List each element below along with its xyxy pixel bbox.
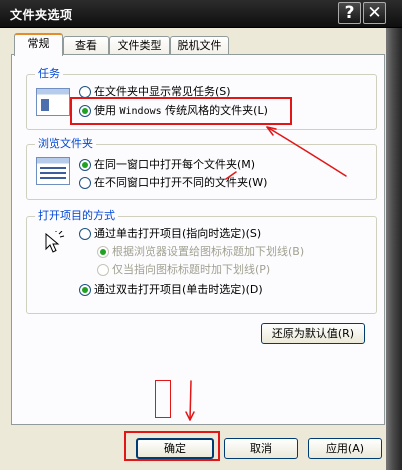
- radio-button[interactable]: [79, 228, 91, 240]
- folder-window-icon: [36, 157, 70, 185]
- radio-label: 在同一窗口中打开每个文件夹(M): [94, 158, 256, 171]
- close-icon: ✕: [367, 3, 382, 23]
- radio-button[interactable]: [79, 159, 91, 171]
- pointer-click-icon: [45, 231, 65, 253]
- browse-folders-group: 浏览文件夹 在同一窗口中打开每个文件夹(M) 在不同窗口中打开不同的文件夹(W): [26, 137, 377, 200]
- tab-label: 常规: [27, 37, 50, 50]
- tab-offline-files[interactable]: 脱机文件: [170, 36, 229, 55]
- folder-tasks-icon: [36, 88, 70, 116]
- cancel-button[interactable]: 取消: [224, 438, 298, 459]
- radio-same-window[interactable]: 在同一窗口中打开每个文件夹(M): [79, 158, 255, 172]
- background-strip: [386, 28, 402, 470]
- radio-double-click[interactable]: 通过双击打开项目(单击时选定)(D): [79, 283, 263, 297]
- click-items-group: 打开项目的方式 通过单击打开项目(指向时选定)(S) 根据浏览器设置给图标标题加…: [26, 209, 377, 314]
- tab-label: 脱机文件: [177, 39, 222, 52]
- radio-button[interactable]: [79, 105, 91, 117]
- tasks-group: 任务 在文件夹中显示常见任务(S) 使用 Windows 传统风格的文件夹(L): [26, 67, 377, 130]
- tab-file-types[interactable]: 文件类型: [109, 36, 170, 55]
- radio-label: 在文件夹中显示常见任务(S): [94, 85, 231, 98]
- tab-label: 查看: [75, 39, 97, 52]
- tab-label: 文件类型: [117, 39, 162, 52]
- tab-view[interactable]: 查看: [63, 36, 109, 55]
- general-tab-panel: 任务 在文件夹中显示常见任务(S) 使用 Windows 传统风格的文件夹(L)…: [11, 54, 385, 425]
- title-bar[interactable]: 文件夹选项 ? ✕: [0, 0, 402, 28]
- radio-label: 通过单击打开项目(指向时选定)(S): [94, 227, 262, 240]
- radio-show-common-tasks[interactable]: 在文件夹中显示常见任务(S): [79, 85, 231, 99]
- help-icon: ?: [344, 3, 355, 23]
- close-button[interactable]: ✕: [363, 2, 386, 24]
- apply-button[interactable]: 应用(A): [308, 438, 382, 459]
- tab-general[interactable]: 常规: [14, 33, 63, 56]
- folder-options-dialog: 文件夹选项 ? ✕ 常规 查看 文件类型 脱机文件 任务 在文件夹中显示常见任务…: [0, 0, 402, 470]
- radio-single-click[interactable]: 通过单击打开项目(指向时选定)(S): [79, 227, 261, 241]
- radio-underline-browser[interactable]: 根据浏览器设置给图标标题加下划线(B): [97, 245, 304, 259]
- browse-group-title: 浏览文件夹: [35, 137, 96, 151]
- radio-label: 通过双击打开项目(单击时选定)(D): [94, 283, 263, 296]
- radio-button[interactable]: [97, 264, 109, 276]
- radio-classic-folders[interactable]: 使用 Windows 传统风格的文件夹(L): [79, 104, 268, 118]
- radio-button[interactable]: [97, 246, 109, 258]
- tasks-group-title: 任务: [35, 67, 63, 81]
- radio-button[interactable]: [79, 284, 91, 296]
- window-title: 文件夹选项: [10, 8, 73, 22]
- restore-defaults-button[interactable]: 还原为默认值(R): [261, 323, 365, 344]
- radio-button[interactable]: [79, 86, 91, 98]
- radio-label: 根据浏览器设置给图标标题加下划线(B): [112, 245, 305, 258]
- radio-label: 使用 Windows 传统风格的文件夹(L): [94, 103, 268, 117]
- help-button[interactable]: ?: [338, 2, 361, 24]
- radio-underline-point[interactable]: 仅当指向图标标题时加下划线(P): [97, 263, 270, 277]
- radio-new-window[interactable]: 在不同窗口中打开不同的文件夹(W): [79, 176, 267, 190]
- radio-button[interactable]: [79, 177, 91, 189]
- radio-label: 在不同窗口中打开不同的文件夹(W): [94, 176, 268, 189]
- ok-button[interactable]: 确定: [136, 438, 214, 459]
- radio-label: 仅当指向图标标题时加下划线(P): [112, 263, 271, 276]
- click-group-title: 打开项目的方式: [35, 209, 118, 223]
